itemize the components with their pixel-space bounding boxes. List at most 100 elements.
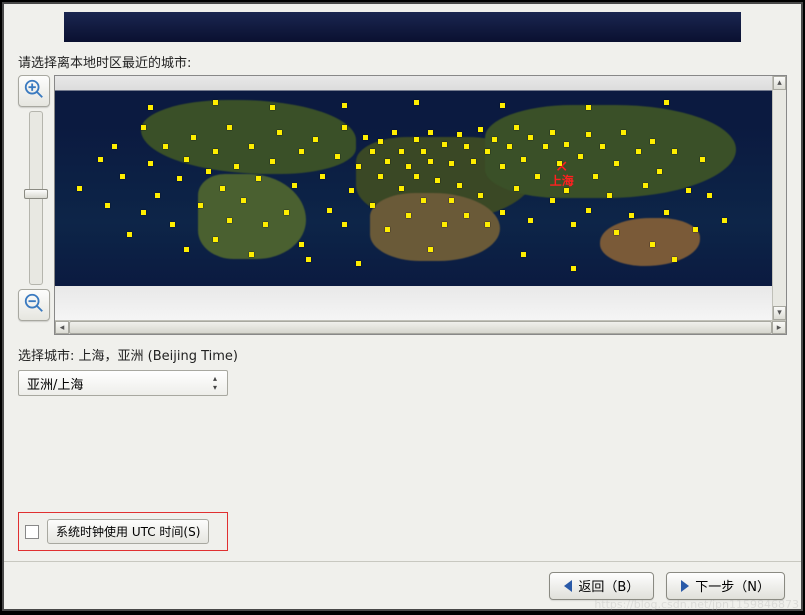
city-dot[interactable] [435,178,440,183]
city-dot[interactable] [571,222,576,227]
scroll-right-icon[interactable]: ▸ [772,321,786,334]
city-dot[interactable] [198,203,203,208]
city-dot[interactable] [227,125,232,130]
hscroll-thumb[interactable] [69,321,772,334]
city-dot[interactable] [98,157,103,162]
city-dot[interactable] [657,169,662,174]
city-dot[interactable] [449,198,454,203]
city-dot[interactable] [399,149,404,154]
city-dot[interactable] [600,144,605,149]
city-dot[interactable] [643,183,648,188]
city-dot[interactable] [313,137,318,142]
city-dot[interactable] [686,188,691,193]
city-dot[interactable] [478,127,483,132]
city-dot[interactable] [578,154,583,159]
city-dot[interactable] [378,174,383,179]
city-dot[interactable] [593,174,598,179]
city-dot[interactable] [77,186,82,191]
zoom-in-button[interactable] [18,75,50,107]
city-dot[interactable] [378,139,383,144]
scroll-down-icon[interactable]: ▾ [773,306,786,320]
city-dot[interactable] [557,161,562,166]
city-dot[interactable] [464,213,469,218]
city-dot[interactable] [442,222,447,227]
zoom-out-button[interactable] [18,289,50,321]
city-dot[interactable] [414,100,419,105]
city-dot[interactable] [621,130,626,135]
city-dot[interactable] [664,210,669,215]
city-dot[interactable] [564,142,569,147]
map-horizontal-scrollbar[interactable]: ◂ ▸ [55,320,786,334]
city-dot[interactable] [707,193,712,198]
city-dot[interactable] [213,237,218,242]
city-dot[interactable] [693,227,698,232]
city-dot[interactable] [650,242,655,247]
city-dot[interactable] [141,210,146,215]
city-dot[interactable] [442,142,447,147]
city-dot[interactable] [672,149,677,154]
city-dot[interactable] [342,222,347,227]
city-dot[interactable] [120,174,125,179]
city-dot[interactable] [385,159,390,164]
city-dot[interactable] [342,125,347,130]
city-dot[interactable] [184,157,189,162]
city-dot[interactable] [213,149,218,154]
city-dot[interactable] [406,213,411,218]
city-dot[interactable] [428,247,433,252]
map-vertical-scrollbar[interactable]: ▴ ▾ [772,76,786,320]
city-dot[interactable] [521,157,526,162]
city-dot[interactable] [227,218,232,223]
city-dot[interactable] [500,103,505,108]
city-dot[interactable] [206,169,211,174]
city-dot[interactable] [700,157,705,162]
city-dot[interactable] [586,105,591,110]
city-dot[interactable] [342,103,347,108]
scroll-up-icon[interactable]: ▴ [773,76,786,90]
city-dot[interactable] [241,198,246,203]
city-dot[interactable] [457,183,462,188]
city-dot[interactable] [428,130,433,135]
next-button[interactable]: 下一步（N） [666,572,785,600]
city-dot[interactable] [356,261,361,266]
back-button[interactable]: 返回（B） [549,572,654,600]
city-dot[interactable] [586,208,591,213]
world-map[interactable]: ✕ 上海 [55,76,772,320]
city-dot[interactable] [629,213,634,218]
city-dot[interactable] [414,174,419,179]
city-dot[interactable] [155,193,160,198]
city-dot[interactable] [363,135,368,140]
city-dot[interactable] [672,257,677,262]
city-dot[interactable] [127,232,132,237]
city-dot[interactable] [335,154,340,159]
city-dot[interactable] [449,161,454,166]
city-dot[interactable] [370,203,375,208]
city-dot[interactable] [428,159,433,164]
city-dot[interactable] [299,242,304,247]
city-dot[interactable] [421,149,426,154]
city-dot[interactable] [270,159,275,164]
city-dot[interactable] [421,198,426,203]
city-dot[interactable] [184,247,189,252]
city-dot[interactable] [607,193,612,198]
city-dot[interactable] [249,144,254,149]
scroll-left-icon[interactable]: ◂ [55,321,69,334]
city-dot[interactable] [234,164,239,169]
city-dot[interactable] [571,266,576,271]
city-dot[interactable] [177,176,182,181]
city-dot[interactable] [249,252,254,257]
city-dot[interactable] [141,125,146,130]
utc-checkbox[interactable] [25,525,39,539]
city-dot[interactable] [349,188,354,193]
city-dot[interactable] [284,210,289,215]
city-dot[interactable] [457,132,462,137]
city-dot[interactable] [521,252,526,257]
city-dot[interactable] [492,137,497,142]
city-dot[interactable] [327,208,332,213]
city-dot[interactable] [614,230,619,235]
city-dot[interactable] [514,125,519,130]
city-dot[interactable] [148,105,153,110]
city-dot[interactable] [464,144,469,149]
city-dot[interactable] [550,130,555,135]
city-dot[interactable] [485,222,490,227]
city-dot[interactable] [170,222,175,227]
